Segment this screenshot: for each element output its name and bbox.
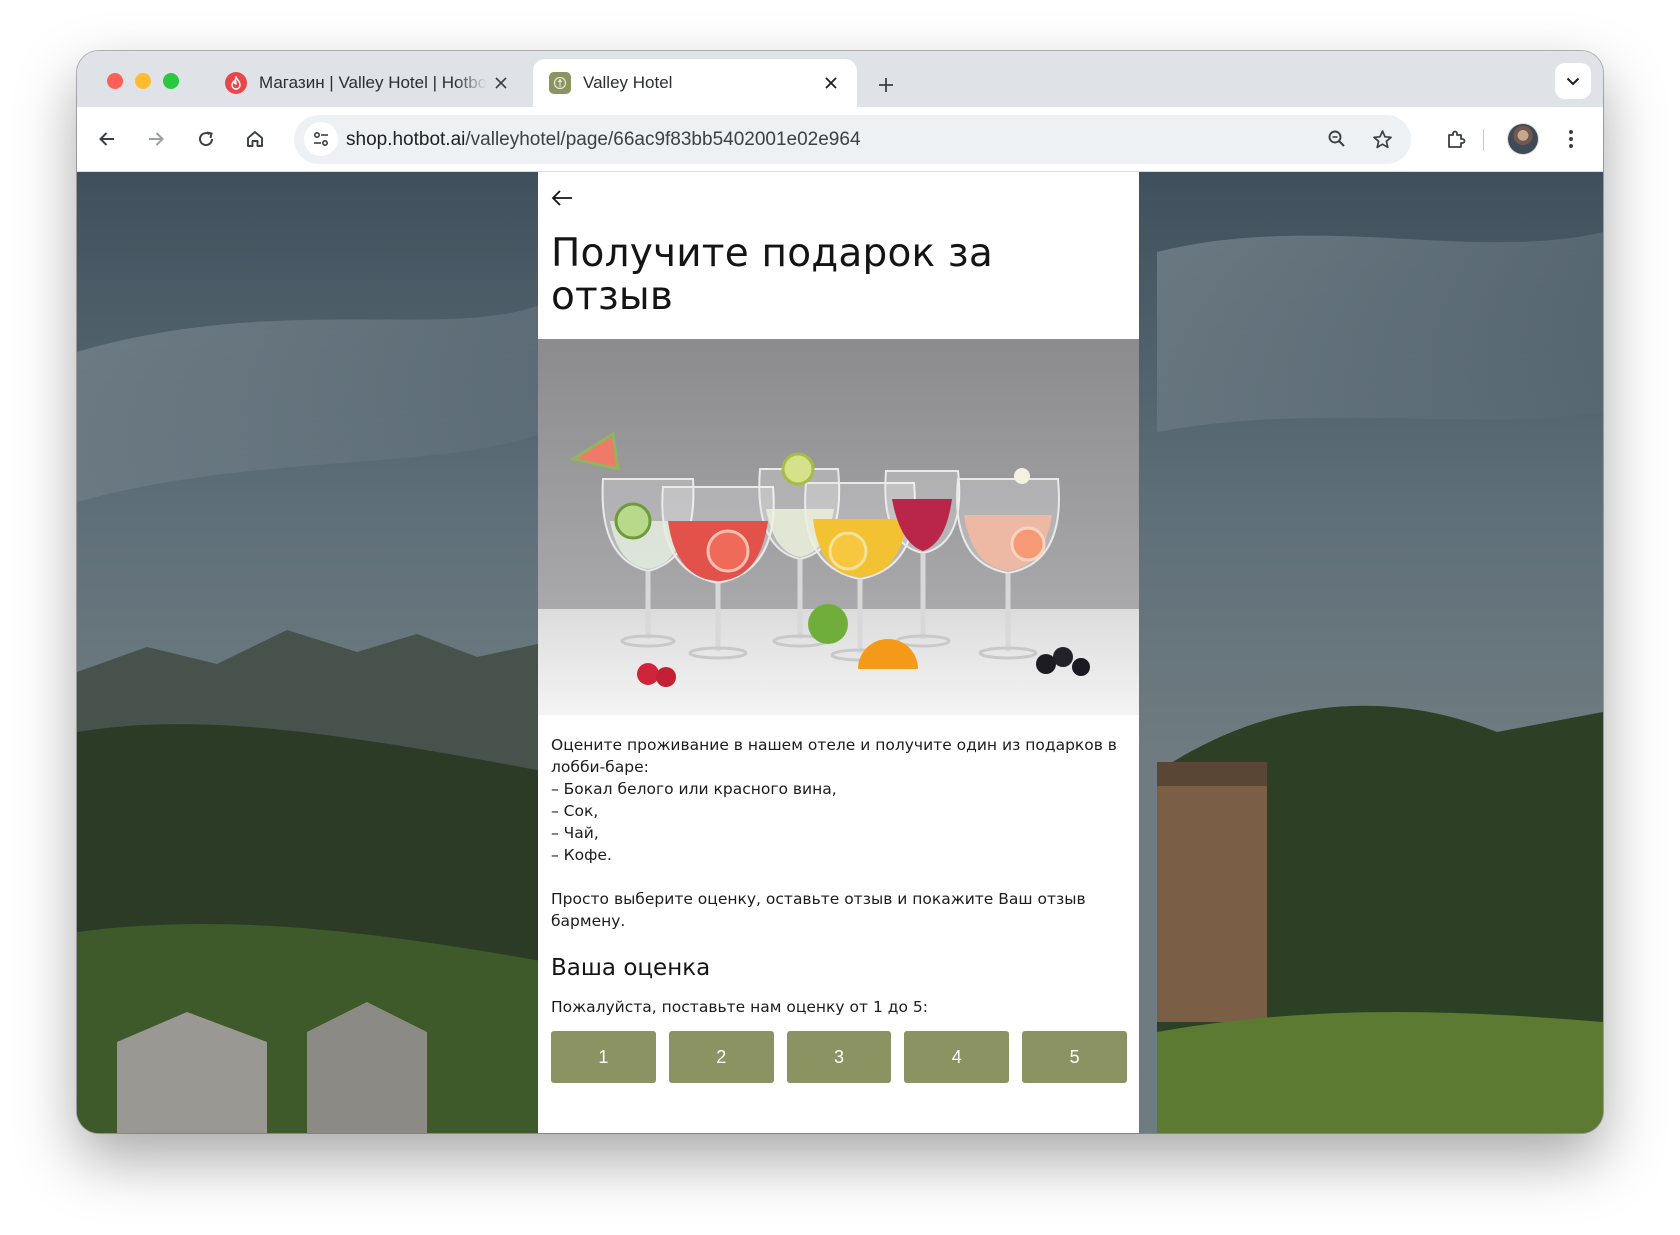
hotbot-flame-icon (225, 72, 247, 94)
tab-strip: Магазин | Valley Hotel | Hotbot Valley H… (77, 51, 1603, 107)
cocktails-hero-image (538, 339, 1139, 715)
toolbar-divider (1483, 129, 1484, 151)
back-button[interactable] (89, 121, 125, 157)
reload-button[interactable] (188, 121, 224, 157)
chevron-down-icon (1566, 77, 1580, 85)
url-text[interactable]: shop.hotbot.ai/valleyhotel/page/66ac9f83… (346, 115, 861, 164)
rating-button-5[interactable]: 5 (1022, 1031, 1127, 1083)
tab-title: Магазин | Valley Hotel | Hotbot (259, 73, 487, 92)
url-host: shop.hotbot.ai (346, 129, 466, 150)
bookmark-star-icon[interactable] (1365, 122, 1399, 156)
extensions-button[interactable] (1438, 121, 1474, 157)
forward-button[interactable] (138, 121, 174, 157)
rating-button-4[interactable]: 4 (904, 1031, 1010, 1083)
home-icon (247, 131, 263, 147)
zoom-icon[interactable] (1320, 122, 1354, 156)
tab-valley-hotel[interactable]: Valley Hotel (533, 59, 857, 107)
zoom-window-button[interactable] (163, 73, 179, 89)
arrow-left-icon (99, 132, 114, 146)
valley-hotel-logo-icon (549, 72, 571, 94)
offer-description: Оцените проживание в нашем отеле и получ… (551, 736, 1117, 930)
page-title: Получите подарок за отзыв (551, 231, 993, 319)
new-tab-button[interactable] (870, 69, 902, 101)
rating-buttons: 1 2 3 4 5 (551, 1031, 1127, 1083)
back-arrow-button[interactable] (548, 184, 576, 212)
kebab-menu-icon (1569, 130, 1573, 148)
rating-hint: Пожалуйста, поставьте нам оценку от 1 до… (551, 998, 928, 1016)
close-tab-icon[interactable] (487, 69, 515, 97)
puzzle-icon (1448, 130, 1466, 148)
profile-avatar[interactable] (1508, 124, 1538, 154)
rating-button-2[interactable]: 2 (668, 1031, 774, 1083)
arrow-left-icon (551, 190, 572, 206)
arrow-right-icon (149, 132, 164, 146)
tab-shop[interactable]: Магазин | Valley Hotel | Hotbot (209, 59, 527, 107)
rating-heading: Ваша оценка (551, 955, 711, 981)
page-viewport: Получите подарок за отзыв Оцените прожив… (77, 172, 1603, 1133)
close-tab-icon[interactable] (817, 69, 845, 97)
minimize-window-button[interactable] (135, 73, 151, 89)
browser-toolbar: shop.hotbot.ai/valleyhotel/page/66ac9f83… (77, 107, 1603, 172)
browser-menu-button[interactable] (1553, 121, 1589, 157)
address-bar[interactable]: shop.hotbot.ai/valleyhotel/page/66ac9f83… (294, 115, 1411, 164)
rating-button-3[interactable]: 3 (786, 1031, 892, 1083)
home-button[interactable] (237, 121, 273, 157)
rating-button-1[interactable]: 1 (551, 1031, 656, 1083)
tab-title: Valley Hotel (583, 73, 673, 92)
close-window-button[interactable] (107, 73, 123, 89)
content-panel: Получите подарок за отзыв Оцените прожив… (538, 172, 1139, 1133)
site-settings-icon[interactable] (304, 122, 338, 156)
url-path: /valleyhotel/page/66ac9f83bb5402001e02e9… (465, 129, 861, 150)
tab-search-button[interactable] (1555, 63, 1591, 99)
reload-icon (199, 131, 214, 147)
browser-window: Магазин | Valley Hotel | Hotbot Valley H… (77, 51, 1603, 1133)
